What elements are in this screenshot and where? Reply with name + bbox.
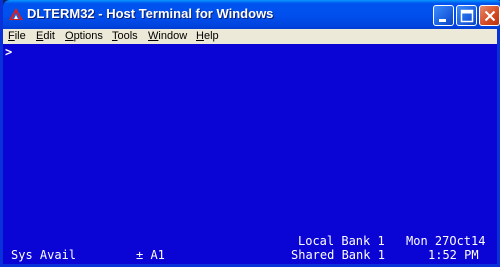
- menu-edit-label: dit: [43, 30, 55, 42]
- menu-file-mnemonic: F: [8, 30, 15, 42]
- title-bar[interactable]: DLTERM32 - Host Terminal for Windows: [3, 0, 500, 29]
- close-button[interactable]: [479, 5, 500, 26]
- status-date: Mon 27Oct14: [406, 234, 486, 248]
- menu-help[interactable]: Help: [196, 30, 219, 42]
- maximize-icon: [460, 9, 474, 23]
- command-prompt: >: [5, 45, 13, 59]
- menu-bar: File Edit Options Tools Window Help: [3, 29, 497, 44]
- window-title: DLTERM32 - Host Terminal for Windows: [27, 6, 274, 21]
- menu-file[interactable]: File: [8, 30, 26, 42]
- menu-edit[interactable]: Edit: [36, 30, 55, 42]
- app-window: DLTERM32 - Host Terminal for Windows Fil…: [0, 0, 500, 267]
- status-local-bank: Local Bank 1: [298, 234, 385, 248]
- minimize-icon: [439, 19, 446, 22]
- minimize-button[interactable]: [433, 5, 454, 26]
- status-time: 1:52 PM: [428, 248, 479, 262]
- status-sys-avail: Sys Avail: [11, 248, 77, 262]
- maximize-button[interactable]: [456, 5, 477, 26]
- delta-triangle-icon: [9, 8, 23, 20]
- status-indicator: ± A1: [136, 248, 165, 262]
- menu-tools[interactable]: Tools: [112, 30, 138, 42]
- close-icon: [484, 10, 496, 22]
- terminal-screen[interactable]: > Local Bank 1 Mon 27Oct14 Sys Avail ± A…: [3, 44, 497, 264]
- status-shared-bank: Shared Bank 1: [291, 248, 385, 262]
- menu-help-mnemonic: H: [196, 30, 204, 42]
- menu-window[interactable]: Window: [148, 30, 187, 42]
- menu-options-mnemonic: O: [65, 30, 74, 42]
- menu-window-mnemonic: W: [148, 30, 159, 42]
- menu-options[interactable]: Options: [65, 30, 103, 42]
- menu-window-label: indow: [158, 30, 188, 42]
- menu-help-label: elp: [203, 30, 219, 42]
- menu-options-label: ptions: [73, 30, 103, 42]
- menu-file-label: ile: [14, 30, 26, 42]
- menu-tools-label: ools: [117, 30, 138, 42]
